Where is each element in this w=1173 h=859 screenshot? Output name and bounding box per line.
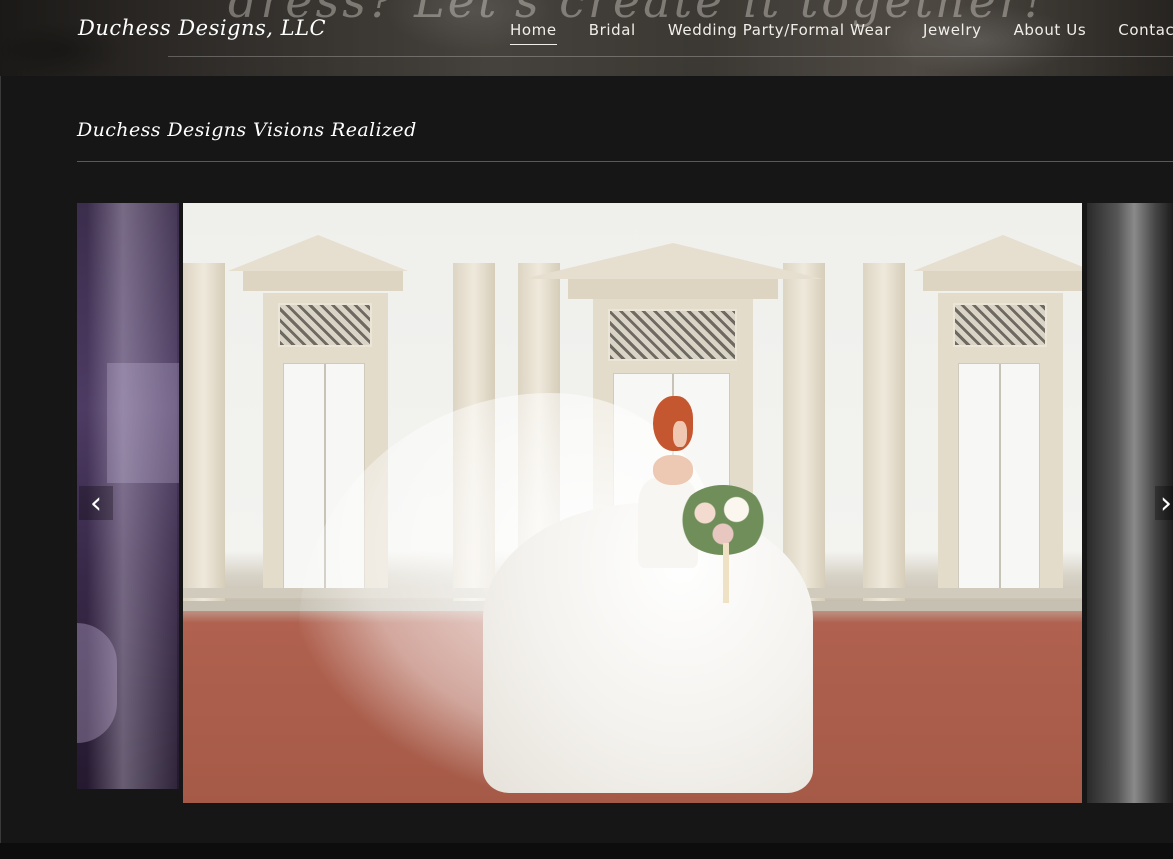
nav-item-wedding-party[interactable]: Wedding Party/Formal Wear bbox=[668, 21, 891, 45]
site-header: dress? Let's create it together! Duchess… bbox=[0, 0, 1173, 76]
site-logo[interactable]: Duchess Designs, LLC bbox=[78, 16, 326, 40]
carousel-prev-button[interactable]: ‹ bbox=[79, 485, 113, 521]
section-title: Duchess Designs Visions Realized bbox=[77, 119, 417, 141]
nav-item-bridal[interactable]: Bridal bbox=[589, 21, 636, 45]
carousel-slide-current[interactable] bbox=[183, 203, 1082, 803]
shoulders-image-detail bbox=[653, 455, 693, 485]
image-carousel: ‹ › bbox=[77, 203, 1173, 803]
bride-photo-subject bbox=[183, 203, 1082, 803]
section-divider bbox=[77, 161, 1173, 162]
chevron-left-icon: ‹ bbox=[90, 485, 102, 521]
nav-item-about-us[interactable]: About Us bbox=[1014, 21, 1087, 45]
main-nav: Home Bridal Wedding Party/Formal Wear Je… bbox=[510, 21, 1173, 45]
nav-item-contact-us[interactable]: Contact Us bbox=[1118, 21, 1173, 45]
footer-band bbox=[0, 843, 1173, 859]
page: dress? Let's create it together! Duchess… bbox=[0, 0, 1173, 859]
face-image-detail bbox=[673, 421, 687, 447]
carousel-next-button[interactable]: › bbox=[1155, 485, 1173, 521]
hair-image-detail bbox=[653, 396, 693, 451]
chevron-right-icon: › bbox=[1160, 485, 1172, 521]
reception-table-image-detail bbox=[107, 363, 179, 483]
nav-item-home[interactable]: Home bbox=[510, 21, 557, 45]
bouquet-ribbon-image-detail bbox=[723, 543, 729, 603]
page-edge bbox=[0, 76, 1, 843]
hero-divider bbox=[168, 56, 1173, 57]
nav-item-jewelry[interactable]: Jewelry bbox=[923, 21, 982, 45]
